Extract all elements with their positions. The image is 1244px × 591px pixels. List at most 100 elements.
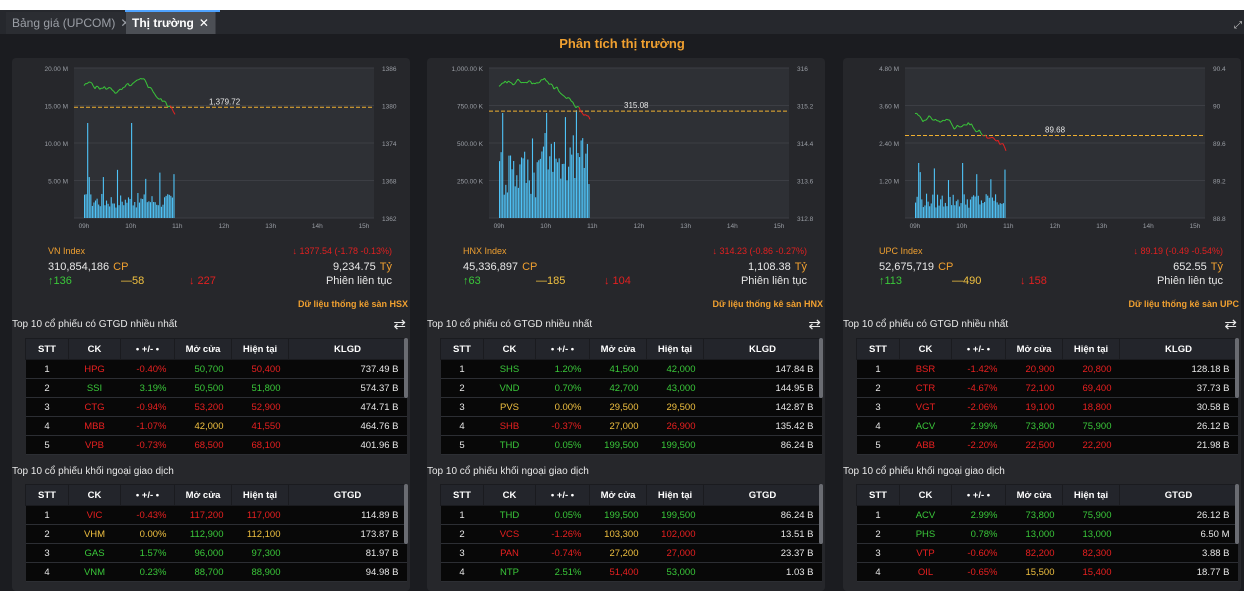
table-row[interactable]: 1 ACV 2.99% 73,800 75,900 26.12 B (856, 505, 1238, 525)
exchange-stats-link[interactable]: Dữ liệu thống kê sàn HNX (712, 299, 823, 309)
column-header[interactable]: • +/- • (951, 338, 1006, 360)
table-row[interactable]: 3 PAN -0.74% 27,200 27,000 23.37 B (440, 543, 822, 563)
column-header[interactable]: CK (483, 484, 536, 506)
exchange-stats-link[interactable]: Dữ liệu thống kê sàn UPC (1128, 299, 1239, 309)
table-row[interactable]: 3 GAS 1.57% 96,000 97,300 81.97 B (25, 543, 407, 563)
open-price: 199,500 (589, 505, 647, 525)
table-row[interactable]: 5 THD 0.05% 199,500 199,500 86.24 B (440, 435, 822, 455)
table-row[interactable]: 2 PHS 0.78% 13,000 13,000 6.50 M (856, 524, 1238, 544)
column-header[interactable]: GTGD (288, 484, 407, 506)
column-header[interactable]: Hiện tại (646, 484, 704, 506)
column-header[interactable]: Mở cửa (589, 484, 647, 506)
table-row[interactable]: 1 THD 0.05% 199,500 199,500 86.24 B (440, 505, 822, 525)
table-scrollbar[interactable] (1235, 338, 1239, 398)
column-header[interactable]: CK (68, 484, 121, 506)
table-scrollbar[interactable] (404, 338, 408, 398)
swap-arrows-icon[interactable]: ⇄ (1224, 315, 1237, 333)
table-scrollbar[interactable] (404, 484, 408, 544)
column-header[interactable]: Mở cửa (174, 484, 232, 506)
column-header[interactable]: STT (440, 338, 484, 360)
column-header[interactable]: Mở cửa (589, 338, 647, 360)
column-header[interactable]: KLGD (288, 338, 407, 360)
volume-bar (973, 195, 975, 218)
row-number: 3 (856, 543, 900, 563)
column-header[interactable]: • +/- • (951, 484, 1006, 506)
table-row[interactable]: 1 SHS 1.20% 41,500 42,000 147.84 B (440, 359, 822, 379)
column-header[interactable]: CK (899, 338, 952, 360)
volume-bar (536, 162, 538, 218)
column-header[interactable]: • +/- • (535, 338, 590, 360)
table-row[interactable]: 4 NTP 2.51% 51,400 53,000 1.03 B (440, 562, 822, 582)
table-row[interactable]: 1 BSR -1.42% 20,900 20,800 128.18 B (856, 359, 1238, 379)
column-header[interactable]: Hiện tại (231, 338, 289, 360)
volume-bar (160, 206, 162, 218)
table-row[interactable]: 4 VNM 0.23% 88,700 88,900 94.98 B (25, 562, 407, 582)
column-header[interactable]: GTGD (1119, 484, 1238, 506)
column-header[interactable]: Mở cửa (174, 338, 232, 360)
table-scrollbar[interactable] (819, 484, 823, 544)
swap-arrows-icon[interactable]: ⇄ (393, 315, 406, 333)
column-header[interactable]: Hiện tại (646, 338, 704, 360)
table-row[interactable]: 5 ABB -2.20% 22,500 22,200 21.98 B (856, 435, 1238, 455)
stock-symbol: THD (483, 505, 536, 525)
price-line-segment (960, 125, 963, 128)
close-icon[interactable]: ✕ (199, 16, 209, 30)
table-row[interactable]: 3 PVS 0.00% 29,500 29,500 142.87 B (440, 397, 822, 417)
volume-bar (563, 163, 565, 218)
table-row[interactable]: 2 VND 0.70% 42,700 43,000 144.95 B (440, 378, 822, 398)
table-row[interactable]: 2 CTR -4.67% 72,100 69,400 37.73 B (856, 378, 1238, 398)
volume-bar (579, 157, 581, 218)
volume-bar (916, 196, 918, 218)
table-row[interactable]: 4 ACV 2.99% 73,800 75,900 26.12 B (856, 416, 1238, 436)
volume-bar (127, 197, 130, 218)
column-header[interactable]: KLGD (703, 338, 822, 360)
column-header[interactable]: Hiện tại (231, 484, 289, 506)
column-header[interactable]: STT (856, 338, 900, 360)
column-header[interactable]: Mở cửa (1005, 484, 1063, 506)
column-header[interactable]: STT (856, 484, 900, 506)
table-row[interactable]: 4 MBB -1.07% 42,000 41,550 464.76 B (25, 416, 407, 436)
stock-symbol: ABB (899, 435, 952, 455)
volume-bar (538, 160, 540, 218)
column-header[interactable]: • +/- • (120, 338, 175, 360)
volume-bar (955, 201, 957, 218)
table-row[interactable]: 5 VPB -0.73% 68,500 68,100 401.96 B (25, 435, 407, 455)
column-header[interactable]: Mở cửa (1005, 338, 1063, 360)
price-change: 0.05% (535, 505, 590, 525)
column-header[interactable]: KLGD (1119, 338, 1238, 360)
table-row[interactable]: 4 SHB -0.37% 27,000 26,900 135.42 B (440, 416, 822, 436)
tab-market[interactable]: Thị trường ✕ (126, 12, 216, 34)
column-header[interactable]: Hiện tại (1062, 338, 1120, 360)
column-header[interactable]: CK (899, 484, 952, 506)
tab-upcom-price-board[interactable]: Bảng giá (UPCOM)✕ (6, 12, 138, 34)
exchange-stats-link[interactable]: Dữ liệu thống kê sàn HSX (298, 299, 408, 309)
table-row[interactable]: 2 VCS -1.26% 103,300 102,000 13.51 B (440, 524, 822, 544)
column-header[interactable]: Hiện tại (1062, 484, 1120, 506)
table-row[interactable]: 3 VTP -0.60% 82,200 82,300 3.88 B (856, 543, 1238, 563)
column-header[interactable]: CK (68, 338, 121, 360)
column-header[interactable]: • +/- • (535, 484, 590, 506)
column-header[interactable]: CK (483, 338, 536, 360)
price-line-segment (991, 136, 994, 139)
table-row[interactable]: 3 VGT -2.06% 19,100 18,800 30.58 B (856, 397, 1238, 417)
table-row[interactable]: 2 VHM 0.00% 112,900 112,100 173.87 B (25, 524, 407, 544)
swap-arrows-icon[interactable]: ⇄ (808, 315, 821, 333)
table-row[interactable]: 3 CTG -0.94% 53,200 52,900 474.71 B (25, 397, 407, 417)
tab-label: Bảng giá (UPCOM) (12, 16, 116, 30)
column-header[interactable]: • +/- • (120, 484, 175, 506)
volume-bar (954, 205, 956, 218)
table-row[interactable]: 2 SSI 3.19% 50,500 51,800 574.37 B (25, 378, 407, 398)
volume-bar (98, 204, 100, 218)
price-tick-label: 89.6 (1213, 141, 1226, 148)
column-header[interactable]: STT (25, 338, 69, 360)
current-price: 26,900 (646, 416, 704, 436)
table-scrollbar[interactable] (819, 338, 823, 398)
table-row[interactable]: 1 HPG -0.40% 50,700 50,400 737.49 B (25, 359, 407, 379)
table-scrollbar[interactable] (1235, 484, 1239, 544)
resize-icon[interactable]: ⤢ (1234, 20, 1242, 31)
table-row[interactable]: 4 OIL -0.65% 15,500 15,400 18.77 B (856, 562, 1238, 582)
column-header[interactable]: GTGD (703, 484, 822, 506)
table-row[interactable]: 1 VIC -0.43% 117,200 117,000 114.89 B (25, 505, 407, 525)
column-header[interactable]: STT (25, 484, 69, 506)
column-header[interactable]: STT (440, 484, 484, 506)
